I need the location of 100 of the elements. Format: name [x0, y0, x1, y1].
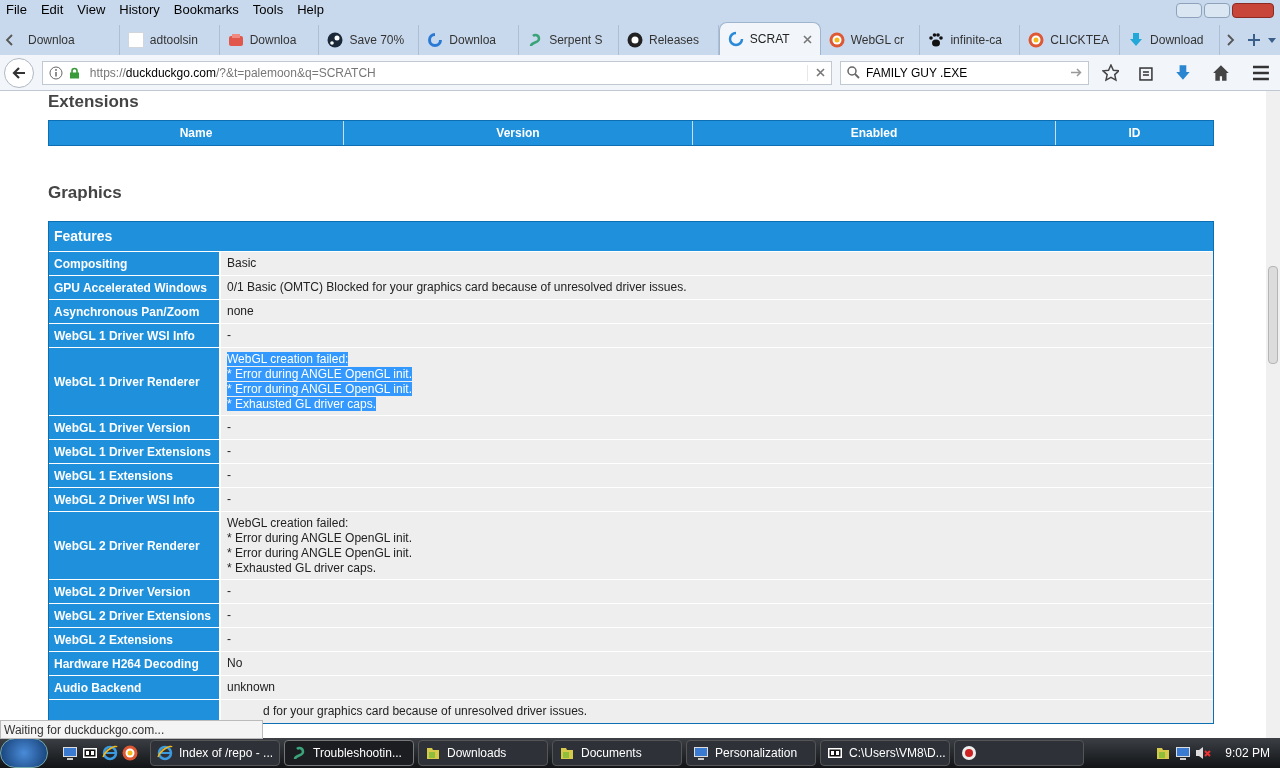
caret-icon[interactable]	[1267, 37, 1276, 43]
monitor-icon	[62, 745, 78, 761]
row-value: unknown	[221, 676, 1213, 699]
row-label: WebGL 2 Driver Renderer	[49, 512, 221, 579]
row-label: WebGL 2 Extensions	[49, 628, 221, 651]
tab-title: Downloa	[449, 32, 496, 49]
taskbar-button[interactable]: Documents	[552, 740, 682, 766]
row-value: WebGL creation failed: * Error during ANGLE OpenGL init. * Error during ANGLE OpenGL init. * Exhausted GL driver caps.	[221, 348, 1213, 415]
close-tab-icon[interactable]	[802, 34, 812, 44]
row-value: -	[221, 604, 1213, 627]
row-label: Audio Backend	[49, 676, 221, 699]
row-label: WebGL 1 Driver WSI Info	[49, 324, 221, 347]
row-value: -	[221, 464, 1213, 487]
back-button[interactable]	[4, 57, 34, 88]
clipboard-icon[interactable]	[1138, 64, 1155, 81]
menu-item[interactable]: Tools	[252, 0, 284, 20]
row-value: -	[221, 488, 1213, 511]
menu-item[interactable]: Edit	[40, 0, 64, 20]
taskbar-button[interactable]: Troubleshootin...	[284, 740, 414, 766]
menu-item[interactable]: Help	[297, 0, 324, 20]
tab-title: adtoolsin	[149, 32, 198, 49]
tab-title: infinite-ca	[950, 32, 1002, 49]
row-value: 0/1 Basic (OMTC) Blocked for your graphics card because of unresolved driver issues.	[221, 276, 1213, 299]
address-field[interactable]: https://duckduckgo.com/?&t=palemoon&q=SCRATCH	[41, 60, 832, 85]
taskbar-button[interactable]: Index of /repo - ...	[150, 740, 280, 766]
section-heading: Graphics	[48, 182, 123, 204]
row-label: WebGL 1 Driver Renderer	[49, 348, 221, 415]
menu-item[interactable]: File	[6, 0, 27, 20]
download-icon	[1128, 32, 1145, 48]
row-value: WebGL creation failed: * Error during ANGLE OpenGL init. * Error during ANGLE OpenGL init. * Exhausted GL driver caps.	[221, 512, 1213, 579]
folder-icon	[559, 745, 575, 761]
status-popup: Waiting for duckduckgo.com...	[0, 720, 263, 739]
folder-icon	[1155, 745, 1172, 761]
row-label: WebGL 1 Extensions	[49, 464, 221, 487]
table-title: Features	[49, 222, 1213, 251]
clock[interactable]: 9:02 PM	[1215, 744, 1280, 762]
new-tab-icon[interactable]	[1247, 34, 1260, 46]
row-value: d for your graphics card because of unresolved driver issues.	[221, 700, 1213, 723]
taskbar-button[interactable]: Personalization	[686, 740, 816, 766]
archive-icon	[827, 745, 843, 761]
scroll-right-icon[interactable]	[1224, 34, 1235, 46]
tab-title: Download	[1150, 32, 1204, 49]
tab-title: Releases	[648, 32, 699, 49]
row-label: WebGL 2 Driver Extensions	[49, 604, 221, 627]
row-label: WebGL 1 Driver Extensions	[49, 440, 221, 463]
row-value: -	[221, 324, 1213, 347]
row-label: Compositing	[49, 252, 221, 275]
clear-icon[interactable]	[816, 68, 825, 77]
tab-title: Downloa	[249, 32, 297, 49]
row-value: No	[221, 652, 1213, 675]
archive-icon	[82, 745, 98, 761]
menu-item[interactable]: View	[77, 0, 106, 20]
back-arrow-icon	[10, 64, 27, 81]
row-label: GPU Accelerated Windows	[49, 276, 221, 299]
close-button[interactable]	[1232, 2, 1274, 18]
taskbar-button[interactable]: Downloads	[418, 740, 548, 766]
home-icon[interactable]	[1212, 63, 1231, 82]
search-icon	[847, 66, 860, 79]
tab-title: WebGL cr	[850, 32, 904, 49]
record-icon	[961, 745, 977, 761]
page-icon	[127, 32, 144, 48]
row-label: WebGL 1 Driver Version	[49, 416, 221, 439]
row-value: none	[221, 300, 1213, 323]
tab-title: Downloa	[28, 32, 75, 49]
row-value: -	[221, 416, 1213, 439]
section-heading: Extensions	[48, 92, 140, 112]
tab-title: Save 70%	[349, 32, 405, 49]
row-label: Hardware H264 Decoding	[49, 652, 221, 675]
paw-icon	[928, 32, 945, 48]
search-text: FAMILY GUY .EXE	[866, 64, 968, 82]
scroll-left-icon[interactable]	[5, 34, 15, 46]
row-label: Asynchronous Pan/Zoom	[49, 300, 221, 323]
column-header: Enabled	[693, 121, 1056, 145]
go-arrow-icon[interactable]	[1070, 68, 1082, 77]
start-button[interactable]	[0, 738, 48, 768]
monitor-icon	[1175, 745, 1192, 761]
menu-item[interactable]: Bookmarks	[173, 0, 239, 20]
bookmark-star-icon[interactable]	[1101, 63, 1120, 82]
column-header: Version	[344, 121, 693, 145]
monitor-icon	[693, 745, 709, 761]
row-value: -	[221, 440, 1213, 463]
row-label: WebGL 2 Driver Version	[49, 580, 221, 603]
row-value: Basic	[221, 252, 1213, 275]
column-header: ID	[1127, 125, 1142, 142]
lock-icon	[68, 66, 80, 79]
row-value: -	[221, 580, 1213, 603]
scrollbar[interactable]	[1266, 91, 1280, 738]
ring-icon	[427, 32, 444, 48]
e-logo-icon	[157, 745, 173, 761]
browser-tab[interactable]: SCRAT	[718, 22, 821, 55]
tab-title: Serpent S	[549, 32, 603, 49]
info-icon[interactable]	[48, 65, 63, 80]
row-label: WebGL 2 Driver WSI Info	[49, 488, 221, 511]
search-field[interactable]: FAMILY GUY .EXE	[840, 60, 1089, 85]
taskbar-button[interactable]: C:\Users\VM8\D...	[820, 740, 950, 766]
column-header: Name	[49, 121, 344, 145]
menu-item[interactable]: History	[119, 0, 160, 20]
taskbar-button[interactable]	[954, 740, 1084, 766]
box-icon	[227, 32, 244, 48]
menu-icon[interactable]	[1252, 64, 1270, 81]
